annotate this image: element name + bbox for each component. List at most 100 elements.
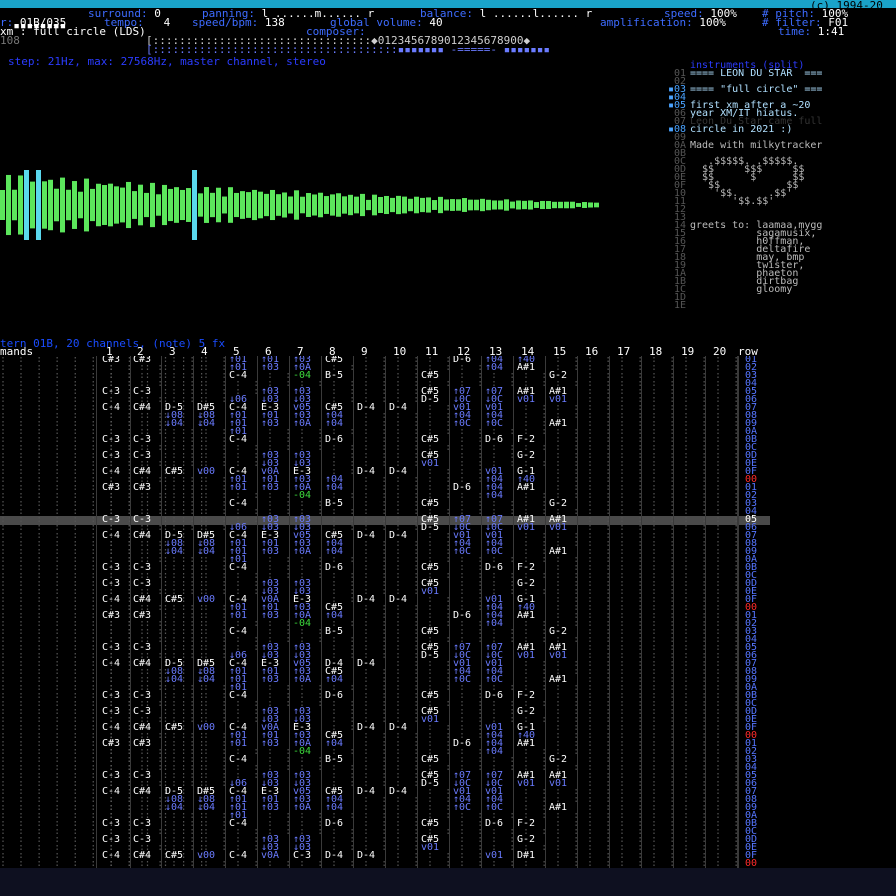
scope-bar [414,196,419,214]
scope-bar [150,182,155,228]
scope-bar [420,197,425,213]
pattern-grid[interactable]: : : : : : : : : : : : : C#3 C#3 : : : : ↑01… [0,356,896,868]
bpm-field[interactable]: speed/bpm: 138 [192,17,285,29]
scope-bar [102,185,107,225]
scope-bar [402,196,407,214]
scope-bar [576,203,581,207]
pattern-cell[interactable]: : : [645,859,675,869]
pattern-cell[interactable]: : : [165,859,195,869]
instrument-entry[interactable]: 12 [668,205,896,215]
scope-bar [288,196,293,214]
scope-bar [564,201,569,209]
scope-bar [318,192,323,218]
pattern-cell[interactable]: : : [197,859,227,869]
pattern-cell[interactable]: : : [133,859,163,869]
instrument-entry[interactable]: 0A Made with milkytracker [668,141,896,151]
scope-bar [186,188,191,222]
scope-bar [192,170,197,240]
scope-bar [474,199,479,211]
scope-status-line: step: 21Hz, max: 27568Hz, master channel… [8,55,326,68]
scope-bar [468,199,473,211]
scope-bar [450,199,455,211]
copyright: (c) 1994-20 [810,0,883,12]
instrument-entry[interactable]: ▪03 ==== "full circle" === [668,85,896,95]
scope-bar [378,196,383,214]
scope-bar [486,199,491,211]
scope-bar [444,199,449,211]
scope-bar [156,194,161,216]
instrument-entry[interactable]: 1D [668,293,896,303]
scope-bar [204,187,209,223]
pattern-cell[interactable]: : : [677,859,707,869]
pattern-cell[interactable]: : : [389,859,419,869]
scope-bar [0,190,5,220]
scope-bar [66,189,71,221]
instrument-number: 1E [668,300,687,311]
instrument-entry[interactable]: 1E [668,300,896,311]
scope-bar [510,201,515,209]
scope-bar [258,191,263,219]
pattern-row[interactable]: : : : : : : : : : : : : : : : : : : : : … [0,859,770,869]
scope-bar [174,187,179,223]
pattern-cell[interactable]: : : [613,859,643,869]
scope-bar [390,197,395,213]
instrument-entry[interactable]: 1C gloomy [668,285,896,295]
scope-bar [396,195,401,215]
scope-bar [294,190,299,220]
pattern-cell[interactable]: : : [581,859,611,869]
scope-bar [210,192,215,218]
scope-bar [144,192,149,218]
scope-bar [360,193,365,217]
time-field: time: 1:41 [778,25,845,38]
pattern-cell[interactable]: : : [517,859,547,869]
scope-bar [504,199,509,211]
scope-bar [216,187,221,223]
scope-bar [42,181,47,229]
pattern-cell[interactable]: : : [453,859,483,869]
scope-bar [168,188,173,222]
scope-bar [348,194,353,216]
scope-bar [330,194,335,216]
scope-bar [24,170,29,240]
scope-bar [552,201,557,209]
scope-bar [558,201,563,209]
scope-bar [198,193,203,217]
balance-field[interactable]: balance: l ......l...... r [420,8,592,20]
scope-bar [108,183,113,227]
scope-bar [114,186,119,224]
instrument-name: circle in 2021 :) [690,124,793,135]
scope-bar [138,184,143,226]
pattern-cell[interactable]: : : [549,859,579,869]
bottom-bar [0,868,896,896]
scope-bar [78,191,83,219]
scope-bar [240,191,245,219]
pattern-cell[interactable]: : : [325,859,355,869]
scope-bar [480,198,485,212]
pattern-cell[interactable]: : : [293,859,323,869]
instrument-entry[interactable]: ▪08 circle in 2021 :) [668,124,896,135]
pattern-cell[interactable]: : : [229,859,259,869]
scope-bar [342,196,347,214]
scope-bar [270,189,275,221]
scope-bar [300,196,305,214]
instrument-entry[interactable]: 01 ==== LEON DU STAR === [668,69,896,79]
scope-bar [120,187,125,223]
scope-bar [96,183,101,227]
scope-bar [48,179,53,231]
scope-bar [234,192,239,218]
instrument-list[interactable]: instruments (split) 01 ==== LEON DU STAR … [668,61,896,312]
pattern-cell[interactable]: : : [261,859,291,869]
scope-bar [594,202,599,208]
scope-bar [6,174,11,236]
pattern-cell[interactable]: : : [102,859,132,869]
pattern-cell[interactable]: : : [357,859,387,869]
pattern-cell[interactable]: : : [421,859,451,869]
pattern-cell[interactable]: : : [709,859,739,869]
scope-bar [324,196,329,214]
scope-bar [540,200,545,210]
instrument-entry[interactable]: 11 '$$.$$' [668,197,896,207]
scope-bar [132,191,137,219]
pattern-cell[interactable]: : : [485,859,515,869]
scope-bar [462,198,467,212]
amplification-field[interactable]: amplification: 100% [600,17,726,29]
